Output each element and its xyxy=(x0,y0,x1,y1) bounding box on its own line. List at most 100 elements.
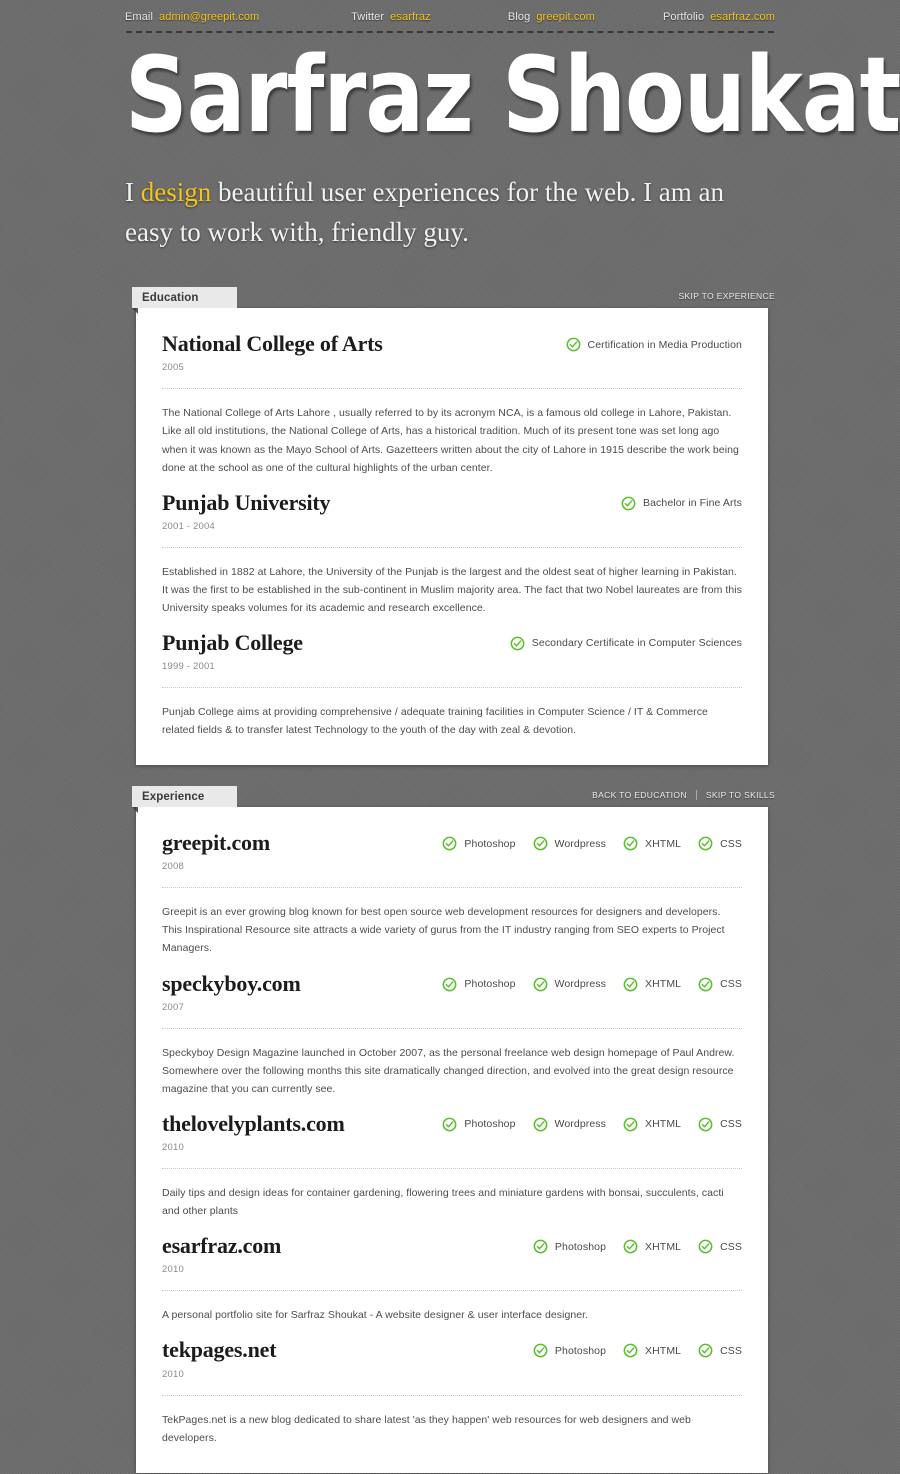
tagline-part-1: I xyxy=(125,177,141,208)
check-circle-icon xyxy=(623,1239,638,1254)
entry-tags: Photoshop XHTML CSS xyxy=(533,1234,742,1254)
skill-tag: Photoshop xyxy=(442,836,515,851)
entry-heading-group: National College of Arts 2005 xyxy=(162,331,383,374)
entry-heading-group: Punjab College 1999 - 2001 xyxy=(162,629,303,673)
contact-twitter-value[interactable]: esarfraz xyxy=(390,11,431,23)
entry-header: tekpages.net 2010 Photoshop XHTML CSS xyxy=(162,1337,742,1380)
section-tab[interactable]: Experience xyxy=(132,786,237,808)
skill-tag-label: Wordpress xyxy=(554,837,607,850)
entry-title: greepit.com xyxy=(162,830,270,856)
check-circle-icon xyxy=(442,977,457,991)
entry-tags: Certification in Media Production xyxy=(566,332,742,352)
entry-date: 2005 xyxy=(162,362,184,374)
entry-divider xyxy=(162,887,742,889)
entry-title: tekpages.net xyxy=(162,1337,277,1363)
nav-separator xyxy=(695,790,697,801)
check-circle-icon xyxy=(533,836,547,851)
entry-tags: Photoshop Wordpress XHTML CSS xyxy=(442,831,742,851)
section-header: Education SKIP TO EXPERIENCE xyxy=(125,287,775,315)
check-circle-icon xyxy=(623,977,638,991)
skill-tag-label: CSS xyxy=(720,1118,742,1131)
skill-tag-label: XHTML xyxy=(645,837,682,850)
sections-root: Education SKIP TO EXPERIENCE National Coll… xyxy=(0,287,900,1473)
entry-tags: Photoshop Wordpress XHTML CSS xyxy=(442,1112,742,1132)
check-circle-icon xyxy=(442,836,457,851)
tab-fold-decoration xyxy=(132,807,138,814)
skill-tag: Photoshop xyxy=(533,1343,606,1358)
skill-tag-label: CSS xyxy=(720,837,742,850)
resume-entry: speckyboy.com 2007 Photoshop Wordpress XHTML… xyxy=(162,958,742,1098)
entry-heading-group: speckyboy.com 2007 xyxy=(162,971,301,1013)
check-circle-icon xyxy=(623,1343,638,1358)
check-circle-icon xyxy=(533,1239,548,1254)
entry-header: Punjab College 1999 - 2001 Secondary Certi… xyxy=(162,629,742,673)
check-circle-icon xyxy=(698,1343,713,1358)
entry-date: 1999 - 2001 xyxy=(162,661,215,673)
contact-blog-label: Blog xyxy=(507,11,531,23)
skill-tag: Wordpress xyxy=(533,977,606,992)
entry-tags: Secondary Certificate in Computer Scienc… xyxy=(510,631,742,651)
section-nav: SKIP TO EXPERIENCE xyxy=(678,291,775,301)
skill-tag: Photoshop xyxy=(442,1117,515,1132)
check-circle-icon xyxy=(623,836,638,851)
skill-tag: Bachelor in Fine Arts xyxy=(621,496,742,511)
contact-blog-value[interactable]: greepit.com xyxy=(536,11,595,23)
contact-topbar: Email admin@greepit.com Twitter esarfraz… xyxy=(125,0,775,23)
entry-tags: Bachelor in Fine Arts xyxy=(621,491,742,511)
entry-divider xyxy=(162,1168,742,1170)
section-nav: BACK TO EDUCATION SKIP TO SKILLS xyxy=(592,790,775,801)
check-circle-icon xyxy=(510,636,525,651)
check-circle-icon xyxy=(442,1117,457,1132)
contact-portfolio-value[interactable]: esarfraz.com xyxy=(710,11,775,23)
entry-heading-group: greepit.com 2008 xyxy=(162,830,270,873)
resume-entry: greepit.com 2008 Photoshop Wordpress XHTML CS… xyxy=(162,827,742,957)
skill-tag: CSS xyxy=(698,1117,742,1132)
skill-tag: Photoshop xyxy=(442,977,515,992)
check-circle-icon xyxy=(566,337,580,352)
entry-tags: Photoshop XHTML CSS xyxy=(533,1338,742,1358)
entry-description: The National College of Arts Lahore , us… xyxy=(162,407,739,474)
check-circle-icon xyxy=(698,1117,713,1132)
check-circle-icon xyxy=(533,977,547,991)
entry-title: Punjab University xyxy=(162,489,331,515)
tagline-accent-word: design xyxy=(140,177,212,208)
section-nav-link[interactable]: SKIP TO EXPERIENCE xyxy=(678,291,775,301)
skill-tag: XHTML xyxy=(623,1239,681,1254)
contact-blog: Blog greepit.com xyxy=(508,11,663,23)
entry-description: TekPages.net is a new blog dedicated to … xyxy=(162,1413,691,1444)
section-tab[interactable]: Education xyxy=(132,287,237,309)
entry-header: thelovelyplants.com 2010 Photoshop Wordpres… xyxy=(162,1110,742,1153)
skill-tag-label: XHTML xyxy=(645,1240,682,1253)
resume-entry: esarfraz.com 2010 Photoshop XHTML CSS A perso… xyxy=(162,1220,742,1324)
skill-tag: CSS xyxy=(698,1239,742,1254)
entry-title: National College of Arts xyxy=(162,331,383,357)
skill-tag-label: Photoshop xyxy=(464,837,516,850)
entry-description: Daily tips and design ideas for containe… xyxy=(162,1187,724,1218)
entry-title: thelovelyplants.com xyxy=(162,1110,345,1136)
skill-tag-label: Photoshop xyxy=(464,978,516,991)
entry-header: Punjab University 2001 - 2004 Bachelor in … xyxy=(162,489,742,532)
contact-email: Email admin@greepit.com xyxy=(125,11,351,23)
section-card: National College of Arts 2005 Certificatio… xyxy=(136,308,768,766)
entry-date: 2008 xyxy=(162,861,184,873)
skill-tag-label: Photoshop xyxy=(464,1118,516,1131)
section-nav-link[interactable]: SKIP TO SKILLS xyxy=(706,790,775,800)
resume-entry: tekpages.net 2010 Photoshop XHTML CSS TekPage… xyxy=(162,1324,742,1446)
section-experience: Experience BACK TO EDUCATION SKIP TO SKILL… xyxy=(125,786,775,1473)
contact-twitter: Twitter esarfraz xyxy=(351,11,508,23)
entry-divider xyxy=(162,687,742,689)
section-nav-link[interactable]: BACK TO EDUCATION xyxy=(592,790,687,800)
entry-description: Established in 1882 at Lahore, the Unive… xyxy=(162,565,742,614)
skill-tag-label: CSS xyxy=(720,1344,742,1357)
skill-tag: CSS xyxy=(698,977,742,992)
skill-tag-label: XHTML xyxy=(645,1118,682,1131)
entry-date: 2010 xyxy=(162,1264,184,1276)
skill-tag: XHTML xyxy=(623,836,681,851)
skill-tag-label: XHTML xyxy=(645,1344,682,1357)
entry-header: greepit.com 2008 Photoshop Wordpress XHTML CS… xyxy=(162,830,742,873)
skill-tag: Secondary Certificate in Computer Scienc… xyxy=(510,636,742,651)
check-circle-icon xyxy=(623,1117,638,1132)
skill-tag-label: CSS xyxy=(720,1240,742,1253)
contact-email-value[interactable]: admin@greepit.com xyxy=(159,11,259,23)
entry-title: Punjab College xyxy=(162,629,303,655)
